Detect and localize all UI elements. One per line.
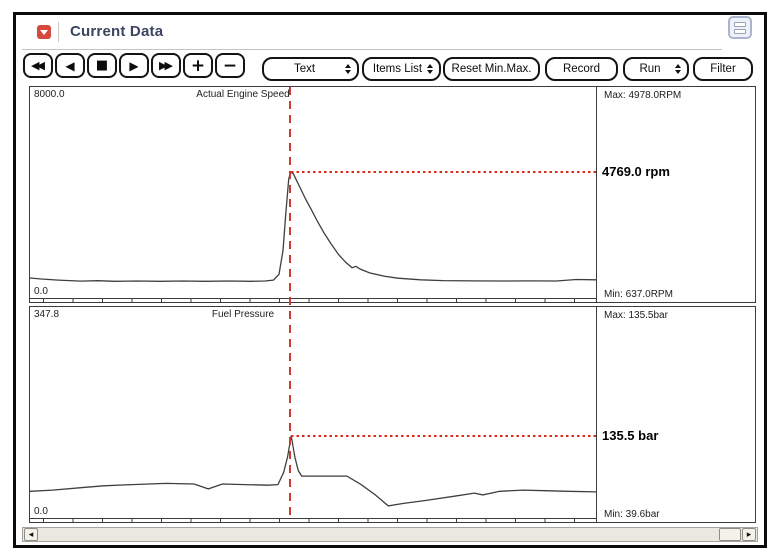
engine-speed-plot-area[interactable]: 8000.0 Actual Engine Speed 0.0 — [30, 87, 596, 302]
fast-forward-button[interactable]: ▶▶ — [151, 53, 181, 78]
x-axis-ticks — [43, 519, 596, 523]
play-button[interactable]: ▶ — [119, 53, 149, 78]
y-axis-top-label: 8000.0 — [34, 89, 65, 100]
scroll-right-button[interactable]: ▸ — [742, 528, 756, 541]
window-title: Current Data — [70, 23, 163, 40]
stop-button[interactable]: ■ — [87, 53, 117, 78]
popup-arrows-icon — [427, 64, 433, 74]
rewind-button[interactable]: ◀◀ — [23, 53, 53, 78]
filter-button[interactable]: Filter — [693, 57, 753, 81]
rewind-icon: ◀◀ — [31, 59, 42, 72]
items-list-popup-label: Items List — [370, 63, 425, 75]
transport-controls: ◀◀ ◀ ■ ▶ ▶▶ + − — [23, 53, 245, 78]
cursor-value-label: 4769.0 rpm — [602, 164, 670, 179]
chart-panel-engine-speed: 8000.0 Actual Engine Speed 0.0 Max: 4978… — [29, 86, 756, 303]
fuel-pressure-info-column: Max: 135.5bar 135.5 bar Min: 39.6bar — [597, 307, 755, 522]
max-value-label: Max: 4978.0RPM — [604, 90, 681, 101]
collapse-chevron-icon[interactable] — [37, 25, 51, 39]
run-popup[interactable]: Run — [623, 57, 689, 81]
run-popup-label: Run — [631, 63, 669, 75]
header-separator — [22, 49, 722, 50]
header-divider — [58, 22, 59, 42]
y-axis-bottom-label: 0.0 — [34, 286, 48, 297]
chart-title: Actual Engine Speed — [118, 89, 368, 100]
scroll-left-button[interactable]: ◂ — [24, 528, 38, 541]
record-label: Record — [563, 63, 600, 75]
items-list-popup[interactable]: Items List — [362, 57, 441, 81]
left-triangle-icon: ◀ — [65, 59, 74, 73]
filter-label: Filter — [710, 63, 736, 75]
cursor-value-dotted-line — [291, 171, 596, 173]
chevron-down-icon — [40, 30, 48, 35]
left-arrow-icon: ◂ — [29, 530, 34, 539]
stop-square-icon: ■ — [96, 58, 108, 73]
zoom-out-button[interactable]: − — [215, 53, 245, 78]
min-value-label: Min: 637.0RPM — [604, 289, 673, 300]
x-axis-ticks — [43, 299, 596, 303]
horizontal-scrollbar[interactable]: ◂ ▸ — [22, 527, 758, 542]
y-axis-bottom-label: 0.0 — [34, 506, 48, 517]
fuel-pressure-plot-area[interactable]: 347.8 Fuel Pressure 0.0 — [30, 307, 596, 522]
min-value-label: Min: 39.6bar — [604, 509, 660, 520]
tile-windows-icon — [734, 22, 746, 27]
cursor-value-label: 135.5 bar — [602, 428, 658, 443]
right-arrow-icon: ▸ — [747, 530, 752, 539]
time-cursor-line[interactable] — [289, 87, 291, 518]
text-mode-popup-label: Text — [270, 63, 339, 75]
popup-arrows-icon — [345, 64, 351, 74]
step-back-button[interactable]: ◀ — [55, 53, 85, 78]
current-data-window: Current Data ◀◀ ◀ ■ ▶ ▶▶ + − Text Items … — [13, 12, 767, 548]
record-button[interactable]: Record — [545, 57, 618, 81]
popup-arrows-icon — [675, 64, 681, 74]
chart-panel-fuel-pressure: 347.8 Fuel Pressure 0.0 Max: 135.5bar 13… — [29, 306, 756, 523]
plus-icon: + — [191, 56, 205, 76]
tile-windows-icon — [734, 29, 746, 34]
fast-forward-icon: ▶▶ — [159, 59, 170, 72]
reset-minmax-button[interactable]: Reset Min.Max. — [443, 57, 540, 81]
cursor-value-dotted-line — [291, 435, 596, 437]
engine-speed-info-column: Max: 4978.0RPM 4769.0 rpm Min: 637.0RPM — [597, 87, 755, 302]
right-triangle-icon: ▶ — [129, 59, 138, 73]
zoom-in-button[interactable]: + — [183, 53, 213, 78]
chart-title: Fuel Pressure — [118, 309, 368, 320]
text-mode-popup[interactable]: Text — [262, 57, 359, 81]
reset-minmax-label: Reset Min.Max. — [452, 63, 532, 75]
engine-speed-curve — [30, 87, 596, 298]
max-value-label: Max: 135.5bar — [604, 310, 668, 321]
minus-icon: − — [223, 56, 237, 76]
tile-windows-button[interactable] — [728, 16, 752, 39]
fuel-pressure-curve — [30, 307, 596, 518]
scrollbar-thumb[interactable] — [719, 528, 741, 541]
y-axis-top-label: 347.8 — [34, 309, 59, 320]
